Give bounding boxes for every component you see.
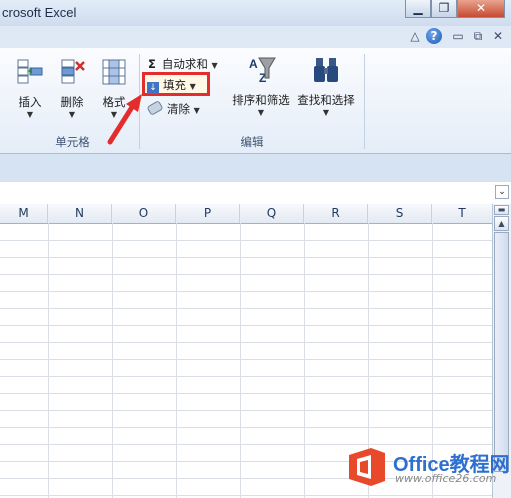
gridline <box>0 393 492 394</box>
sort-filter-label: 排序和筛选 <box>232 93 290 107</box>
minimize-window-button[interactable]: ▁ <box>405 0 431 18</box>
column-header-s[interactable]: S <box>368 204 432 223</box>
gridline <box>0 444 492 445</box>
workbook-minimize-icon[interactable]: ▭ <box>450 28 466 44</box>
scrollbar-thumb[interactable] <box>494 232 509 472</box>
chevron-down-icon: ▼ <box>193 106 200 115</box>
insert-cells-button[interactable]: 插入 ▼ <box>10 54 50 130</box>
insert-cells-label: 插入 <box>18 95 42 109</box>
column-header-t[interactable]: T <box>432 204 492 223</box>
autosum-button[interactable]: Σ 自动求和 ▼ <box>148 56 218 72</box>
gridline <box>0 257 492 258</box>
gridline <box>0 342 492 343</box>
gridline <box>0 308 492 309</box>
gridline <box>0 410 492 411</box>
formula-bar[interactable] <box>0 182 511 205</box>
gridline <box>176 223 177 498</box>
split-box[interactable]: ▬ <box>494 205 509 215</box>
autosum-label: 自动求和 <box>161 57 208 71</box>
chevron-down-icon: ▼ <box>257 108 265 117</box>
column-header-r[interactable]: R <box>304 204 368 223</box>
fill-down-icon: ↓ <box>147 82 159 94</box>
binoculars-icon <box>314 58 338 82</box>
gridline <box>0 495 492 496</box>
formula-bar-strip <box>0 154 511 185</box>
find-select-label: 查找和选择 <box>297 93 355 107</box>
delete-cells-icon <box>61 59 85 84</box>
edit-group-label: 编辑 <box>240 135 264 149</box>
workbook-restore-icon[interactable]: ⧉ <box>470 28 486 44</box>
fill-button-content: ↓ 填充 ▼ <box>147 77 196 94</box>
svg-text:A: A <box>249 57 258 71</box>
clear-label: 清除 <box>167 102 190 116</box>
gridline <box>0 376 492 377</box>
workbook-close-icon[interactable]: ✕ <box>490 28 506 44</box>
sort-filter-icon: A Z <box>249 57 276 85</box>
gridline <box>0 359 492 360</box>
format-cells-icon <box>102 59 126 85</box>
help-icon[interactable]: ? <box>426 28 442 44</box>
gridline <box>0 274 492 275</box>
column-header-q[interactable]: Q <box>240 204 304 223</box>
chevron-down-icon: ▼ <box>26 110 34 119</box>
window-title: crosoft Excel <box>2 5 77 20</box>
collapse-ribbon-icon[interactable]: △ <box>407 28 423 44</box>
column-header-o[interactable]: O <box>112 204 176 223</box>
sort-filter-button[interactable]: A Z 排序和筛选 ▼ <box>228 54 294 130</box>
clear-button[interactable]: 清除 ▼ <box>146 100 200 117</box>
insert-cells-icon <box>17 59 43 84</box>
restore-window-button[interactable]: ❐ <box>431 0 457 18</box>
delete-cells-label: 删除 <box>60 95 84 109</box>
gridline <box>304 223 305 498</box>
watermark-url: www.office26.com <box>395 472 497 485</box>
column-header-n[interactable]: N <box>48 204 112 223</box>
gridline <box>48 223 49 498</box>
sigma-icon: Σ <box>148 57 156 71</box>
chevron-down-icon: ▼ <box>211 61 218 70</box>
gridline <box>0 291 492 292</box>
gridline <box>112 223 113 498</box>
chevron-down-icon: ▼ <box>322 108 330 117</box>
chevron-down-icon: ▼ <box>189 82 196 91</box>
find-select-button[interactable]: 查找和选择 ▼ <box>294 54 358 130</box>
gridline <box>0 240 492 241</box>
fill-label: 填充 <box>163 78 186 92</box>
eraser-icon <box>146 100 164 116</box>
gridline <box>0 427 492 428</box>
office-logo-icon <box>349 448 385 486</box>
column-header-m[interactable]: M <box>0 204 48 223</box>
group-separator <box>364 54 365 149</box>
scroll-up-button[interactable]: ▲ <box>494 216 509 231</box>
close-window-button[interactable]: ✕ <box>457 0 505 18</box>
chevron-down-icon: ▼ <box>68 110 76 119</box>
delete-cells-button[interactable]: 删除 ▼ <box>52 54 92 130</box>
expand-formula-bar-icon[interactable]: ⌄ <box>495 185 509 199</box>
column-header-p[interactable]: P <box>176 204 240 223</box>
gridline <box>240 223 241 498</box>
gridline <box>0 325 492 326</box>
